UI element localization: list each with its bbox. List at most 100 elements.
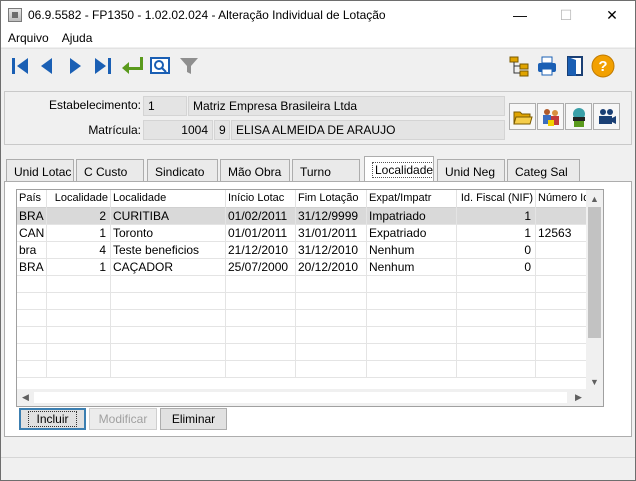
modificar-button[interactable]: Modificar xyxy=(89,408,157,430)
grid-header: País Localidade Localidade Início Lotac … xyxy=(17,190,588,208)
table-row[interactable]: bra 4 Teste beneficios 21/12/2010 31/12/… xyxy=(17,242,588,259)
last-record-icon[interactable] xyxy=(90,53,116,79)
person-search-button[interactable] xyxy=(565,103,592,130)
minimize-button[interactable]: — xyxy=(497,1,543,29)
column-header-localidade-name[interactable]: Localidade xyxy=(111,190,226,208)
cell-inicio-lotac: 21/12/2010 xyxy=(226,242,296,259)
table-row-empty xyxy=(17,327,588,344)
people-icon xyxy=(542,108,559,126)
maximize-button[interactable]: ☐ xyxy=(543,1,589,29)
table-row[interactable]: BRA 2 CURITIBA 01/02/2011 31/12/9999 Imp… xyxy=(17,208,588,225)
status-bar xyxy=(1,457,635,480)
cell-id-fiscal: 1 xyxy=(457,225,536,242)
tab-turno[interactable]: Turno xyxy=(292,159,360,182)
cell-localidade-name: CURITIBA xyxy=(111,208,226,225)
grid-rows: BRA 2 CURITIBA 01/02/2011 31/12/9999 Imp… xyxy=(17,208,588,378)
cell-localidade-code: 1 xyxy=(47,259,111,276)
vertical-scrollbar[interactable]: ▲ ▼ xyxy=(586,190,603,390)
close-button[interactable]: ✕ xyxy=(589,1,635,29)
tab-strip: Unid Lotac C Custo Sindicato Mão Obra Tu… xyxy=(4,156,632,182)
table-row-empty xyxy=(17,361,588,378)
column-header-expat-impatr[interactable]: Expat/Impatr xyxy=(367,190,457,208)
matricula-number-field[interactable]: 1004 xyxy=(143,120,213,140)
horizontal-scrollbar[interactable]: ◀ ▶ xyxy=(17,389,587,406)
cell-pais: BRA xyxy=(17,259,47,276)
tab-localidade-label: Localidade xyxy=(372,162,433,178)
previous-record-icon[interactable] xyxy=(34,53,60,79)
scroll-down-icon[interactable]: ▼ xyxy=(586,373,603,390)
tab-categ-sal[interactable]: Categ Sal xyxy=(507,159,580,182)
camera-icon xyxy=(598,108,616,124)
scroll-left-icon[interactable]: ◀ xyxy=(17,389,34,406)
column-header-localidade-code[interactable]: Localidade xyxy=(47,190,111,208)
menu-ajuda[interactable]: Ajuda xyxy=(55,31,99,45)
cell-pais: CAN xyxy=(17,225,47,242)
tab-sindicato[interactable]: Sindicato xyxy=(147,159,218,182)
people-button[interactable] xyxy=(537,103,564,130)
employee-name-field: ELISA ALMEIDA DE ARAUJO xyxy=(231,120,505,140)
eliminar-button[interactable]: Eliminar xyxy=(160,408,227,430)
incluir-label: Incluir xyxy=(28,411,77,427)
tab-unid-neg[interactable]: Unid Neg xyxy=(437,159,505,182)
estabelecimento-name-field: Matriz Empresa Brasileira Ltda xyxy=(188,96,505,116)
person-search-icon xyxy=(572,107,585,127)
cell-pais: bra xyxy=(17,242,47,259)
scroll-up-icon[interactable]: ▲ xyxy=(586,190,603,207)
return-icon[interactable] xyxy=(119,53,145,79)
cell-numero-id xyxy=(536,208,588,225)
print-icon[interactable] xyxy=(534,53,560,79)
cell-id-fiscal: 1 xyxy=(457,208,536,225)
table-row-empty xyxy=(17,310,588,327)
open-folder-button[interactable] xyxy=(509,103,536,130)
scroll-right-icon[interactable]: ▶ xyxy=(570,389,587,406)
estabelecimento-label: Estabelecimento: xyxy=(48,98,141,112)
vertical-scroll-thumb[interactable] xyxy=(588,207,601,338)
menu-arquivo[interactable]: Arquivo xyxy=(1,31,55,45)
horizontal-scroll-thumb[interactable] xyxy=(34,392,567,403)
cell-numero-id: 12563 xyxy=(536,225,588,242)
cell-localidade-name: Toronto xyxy=(111,225,226,242)
column-header-inicio-lotac[interactable]: Início Lotac xyxy=(226,190,296,208)
cell-fim-lotacao: 20/12/2010 xyxy=(296,259,367,276)
column-header-numero-id[interactable]: Número Id xyxy=(536,190,588,208)
help-glyph: ? xyxy=(598,58,607,75)
table-row-empty xyxy=(17,344,588,361)
cell-fim-lotacao: 31/12/2010 xyxy=(296,242,367,259)
cell-fim-lotacao: 31/01/2011 xyxy=(296,225,367,242)
column-header-fim-lotacao[interactable]: Fim Lotação xyxy=(296,190,367,208)
exit-door-icon[interactable] xyxy=(562,53,588,79)
cell-localidade-code: 1 xyxy=(47,225,111,242)
table-row[interactable]: BRA 1 CAÇADOR 25/07/2000 20/12/2010 Nenh… xyxy=(17,259,588,276)
estabelecimento-code-field[interactable]: 1 xyxy=(143,96,187,116)
tree-icon[interactable] xyxy=(506,53,532,79)
menu-bar: Arquivo Ajuda xyxy=(1,29,635,47)
table-row-empty xyxy=(17,293,588,310)
cell-localidade-code: 4 xyxy=(47,242,111,259)
tab-localidade[interactable]: Localidade xyxy=(364,156,434,182)
first-record-icon[interactable] xyxy=(7,53,33,79)
table-row[interactable]: CAN 1 Toronto 01/01/2011 31/01/2011 Expa… xyxy=(17,225,588,242)
cell-expat-impatr: Nenhum xyxy=(367,242,457,259)
matricula-label: Matrícula: xyxy=(88,123,141,137)
window-title: 06.9.5582 - FP1350 - 1.02.02.024 - Alter… xyxy=(28,8,386,22)
cell-pais: BRA xyxy=(17,208,47,225)
help-icon[interactable]: ? xyxy=(590,53,616,79)
matricula-digit-field: 9 xyxy=(214,120,230,140)
camera-button[interactable] xyxy=(593,103,620,130)
cell-inicio-lotac: 01/01/2011 xyxy=(226,225,296,242)
column-header-id-fiscal[interactable]: Id. Fiscal (NIF) xyxy=(457,190,536,208)
localidade-grid[interactable]: País Localidade Localidade Início Lotac … xyxy=(16,189,604,407)
column-header-pais[interactable]: País xyxy=(17,190,47,208)
table-row-empty xyxy=(17,276,588,293)
tab-c-custo[interactable]: C Custo xyxy=(76,159,144,182)
tab-unid-lotac[interactable]: Unid Lotac xyxy=(6,159,74,182)
filter-icon[interactable] xyxy=(176,53,202,79)
preview-icon[interactable] xyxy=(147,53,173,79)
incluir-button[interactable]: Incluir xyxy=(19,408,86,430)
cell-numero-id xyxy=(536,259,588,276)
next-record-icon[interactable] xyxy=(62,53,88,79)
tab-mao-obra[interactable]: Mão Obra xyxy=(220,159,290,182)
open-folder-icon xyxy=(512,111,533,124)
header-panel: Estabelecimento: 1 Matriz Empresa Brasil… xyxy=(4,91,632,145)
cell-localidade-code: 2 xyxy=(47,208,111,225)
